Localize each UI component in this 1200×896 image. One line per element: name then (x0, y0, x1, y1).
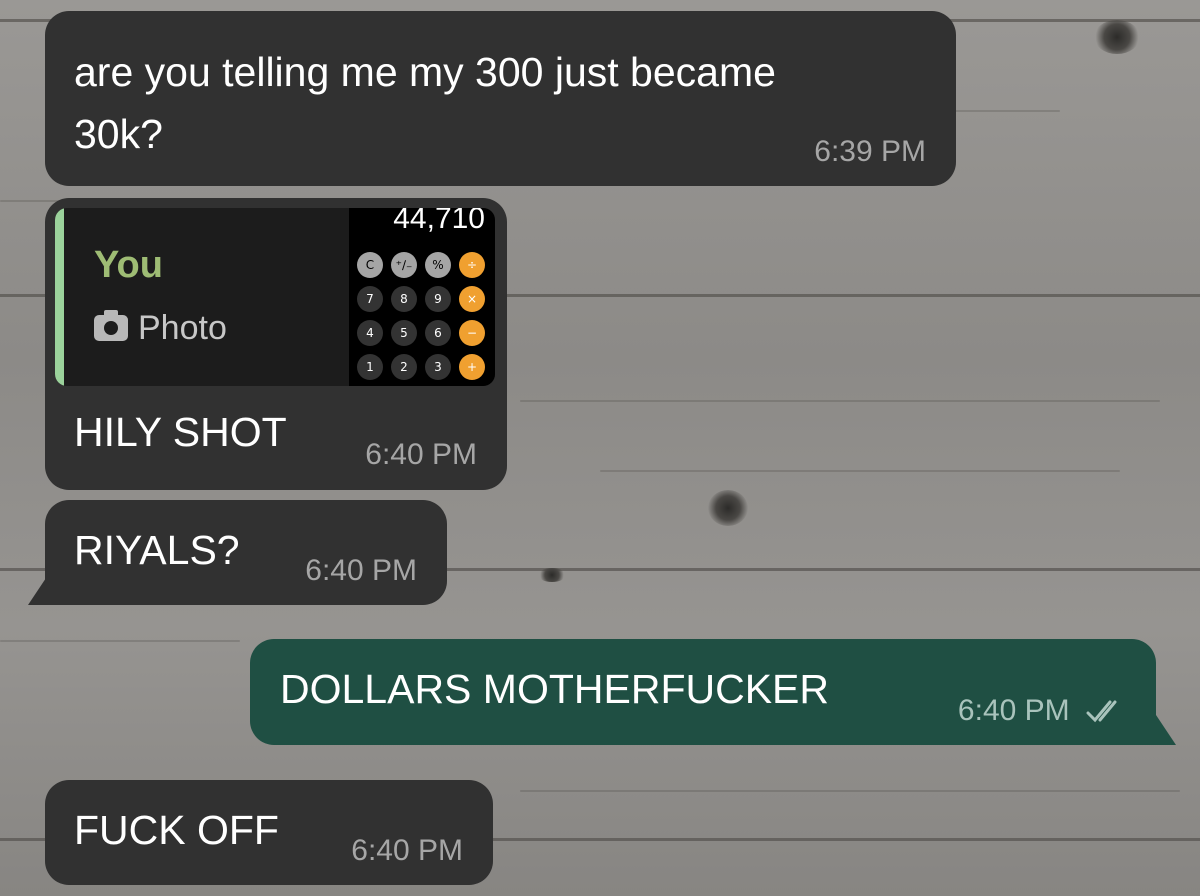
reply-thumbnail: 44,710 C ⁺∕₋ % ÷ 7 8 9 × 4 5 6 − 1 2 3 + (349, 208, 495, 386)
message-bubble-outgoing[interactable]: DOLLARS MOTHERFUCKER 6:40 PM (250, 639, 1156, 745)
calc-key: 4 (357, 320, 383, 346)
message-text: DOLLARS MOTHERFUCKER (280, 666, 830, 712)
calc-key: C (357, 252, 383, 278)
message-bubble-incoming[interactable]: are you telling me my 300 just became 30… (45, 11, 956, 186)
calc-key: 9 (425, 286, 451, 312)
message-text: RIYALS? (74, 527, 240, 573)
calc-key: ÷ (459, 252, 485, 278)
message-timestamp: 6:40 PM (958, 694, 1126, 728)
calc-key: 1 (357, 354, 383, 380)
calc-key: 2 (391, 354, 417, 380)
reply-author: You (94, 244, 163, 286)
message-bubble-incoming[interactable]: RIYALS? 6:40 PM (45, 500, 447, 605)
calc-key: ⁺∕₋ (391, 252, 417, 278)
calc-key: 3 (425, 354, 451, 380)
message-timestamp: 6:40 PM (365, 438, 477, 471)
message-timestamp: 6:40 PM (351, 834, 463, 867)
message-text: are you telling me my 300 just became (74, 49, 776, 95)
calc-key: + (459, 354, 485, 380)
message-timestamp: 6:39 PM (814, 135, 926, 168)
calculator-display: 44,710 (393, 208, 485, 235)
bubble-tail (1156, 715, 1176, 745)
calc-key: − (459, 320, 485, 346)
message-text: HILY SHOT (74, 409, 287, 455)
message-timestamp: 6:40 PM (305, 554, 417, 587)
message-bubble-incoming[interactable]: You Photo 44,710 C ⁺∕₋ % ÷ 7 8 9 × 4 5 6… (45, 198, 507, 490)
calc-key: % (425, 252, 451, 278)
double-check-icon (1086, 700, 1117, 723)
reply-media-text: Photo (138, 309, 227, 347)
calc-key: 6 (425, 320, 451, 346)
reply-media-label: Photo (94, 309, 227, 348)
message-text: FUCK OFF (74, 807, 279, 853)
bubble-tail (28, 575, 48, 605)
reply-accent-bar (55, 208, 64, 386)
calc-key: 5 (391, 320, 417, 346)
calc-key: 7 (357, 286, 383, 312)
message-text: 30k? (74, 111, 163, 157)
message-bubble-incoming[interactable]: FUCK OFF 6:40 PM (45, 780, 493, 885)
calc-key: × (459, 286, 485, 312)
reply-preview[interactable]: You Photo 44,710 C ⁺∕₋ % ÷ 7 8 9 × 4 5 6… (55, 208, 495, 386)
calc-key: 8 (391, 286, 417, 312)
camera-icon (94, 310, 128, 341)
message-time-text: 6:40 PM (957, 694, 1070, 727)
